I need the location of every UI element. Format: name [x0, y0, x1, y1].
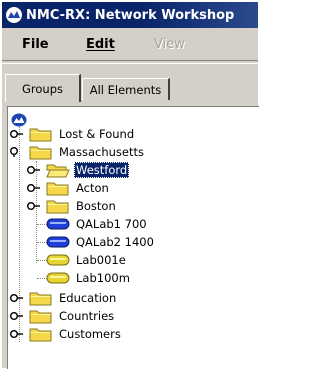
device-icon — [46, 272, 70, 284]
tree-node-selected[interactable]: Westford — [27, 161, 130, 179]
tree-node[interactable]: QALab1 700 — [46, 215, 149, 233]
tab-strip: Groups All Elements — [2, 74, 258, 104]
tree-node-label: Boston — [76, 199, 116, 213]
tree-node-label: Countries — [59, 309, 115, 323]
open-folder-icon — [46, 164, 70, 178]
expand-toggle-icon[interactable] — [27, 165, 40, 175]
tree-node[interactable]: Boston — [27, 197, 118, 215]
tree-node[interactable]: Customers — [10, 325, 123, 343]
tree-node-label: Westford — [74, 162, 130, 178]
tree-node[interactable]: Education — [10, 289, 118, 307]
tree-node[interactable]: Countries — [10, 307, 116, 325]
expand-toggle-icon[interactable] — [10, 293, 23, 303]
menu-bar: File Edit View — [2, 28, 258, 60]
folder-icon — [46, 182, 69, 196]
menu-file[interactable]: File — [22, 37, 49, 52]
menu-separator — [2, 60, 258, 64]
tree-node-label: Education — [59, 291, 117, 305]
tree-node-label: QALab2 1400 — [76, 235, 154, 249]
folder-icon — [46, 200, 69, 214]
tree-node-label: Massachusetts — [59, 145, 144, 159]
router-icon — [46, 236, 70, 248]
folder-icon — [29, 292, 52, 306]
tree-node-label: Customers — [59, 327, 121, 341]
tree-node[interactable]: Lost & Found — [10, 125, 136, 143]
tab-all-elements[interactable]: All Elements — [82, 78, 170, 100]
tree-node-label: Lab001e — [76, 253, 126, 267]
router-icon — [46, 218, 70, 230]
expand-toggle-icon[interactable] — [10, 329, 23, 339]
tree-node-label: Lab100m — [76, 271, 130, 285]
tab-groups-label: Groups — [21, 81, 63, 96]
expand-toggle-icon[interactable] — [27, 183, 40, 193]
app-logo-icon — [6, 7, 22, 23]
folder-icon — [29, 146, 52, 160]
device-icon — [46, 254, 70, 266]
tree-node[interactable]: QALab2 1400 — [46, 233, 156, 251]
application-window: NMC-RX: Network Workshop File Edit View … — [0, 0, 259, 369]
tree-node[interactable]: Lab100m — [46, 269, 132, 287]
collapse-toggle-icon[interactable] — [10, 147, 23, 157]
tree-node[interactable]: Acton — [27, 179, 111, 197]
expand-toggle-icon[interactable] — [10, 129, 23, 139]
tab-groups[interactable]: Groups — [5, 74, 81, 102]
tree-node-label: Acton — [76, 181, 109, 195]
window-title: NMC-RX: Network Workshop — [26, 7, 235, 23]
tab-all-elements-label: All Elements — [89, 82, 162, 97]
folder-icon — [29, 328, 52, 342]
folder-icon — [29, 128, 52, 142]
title-bar[interactable]: NMC-RX: Network Workshop — [2, 2, 258, 28]
menu-view[interactable]: View — [154, 37, 185, 52]
tree-node-label: QALab1 700 — [76, 217, 147, 231]
folder-icon — [29, 310, 52, 324]
tree-node[interactable]: Massachusetts — [10, 143, 146, 161]
menu-edit[interactable]: Edit — [86, 37, 115, 52]
tree-node-label: Lost & Found — [59, 127, 135, 141]
expand-toggle-icon[interactable] — [27, 201, 40, 211]
expand-toggle-icon[interactable] — [10, 311, 23, 321]
tree-node[interactable]: Lab001e — [46, 251, 128, 269]
group-tree[interactable]: Lost & Found Massachusetts Westford Acto… — [7, 106, 259, 369]
